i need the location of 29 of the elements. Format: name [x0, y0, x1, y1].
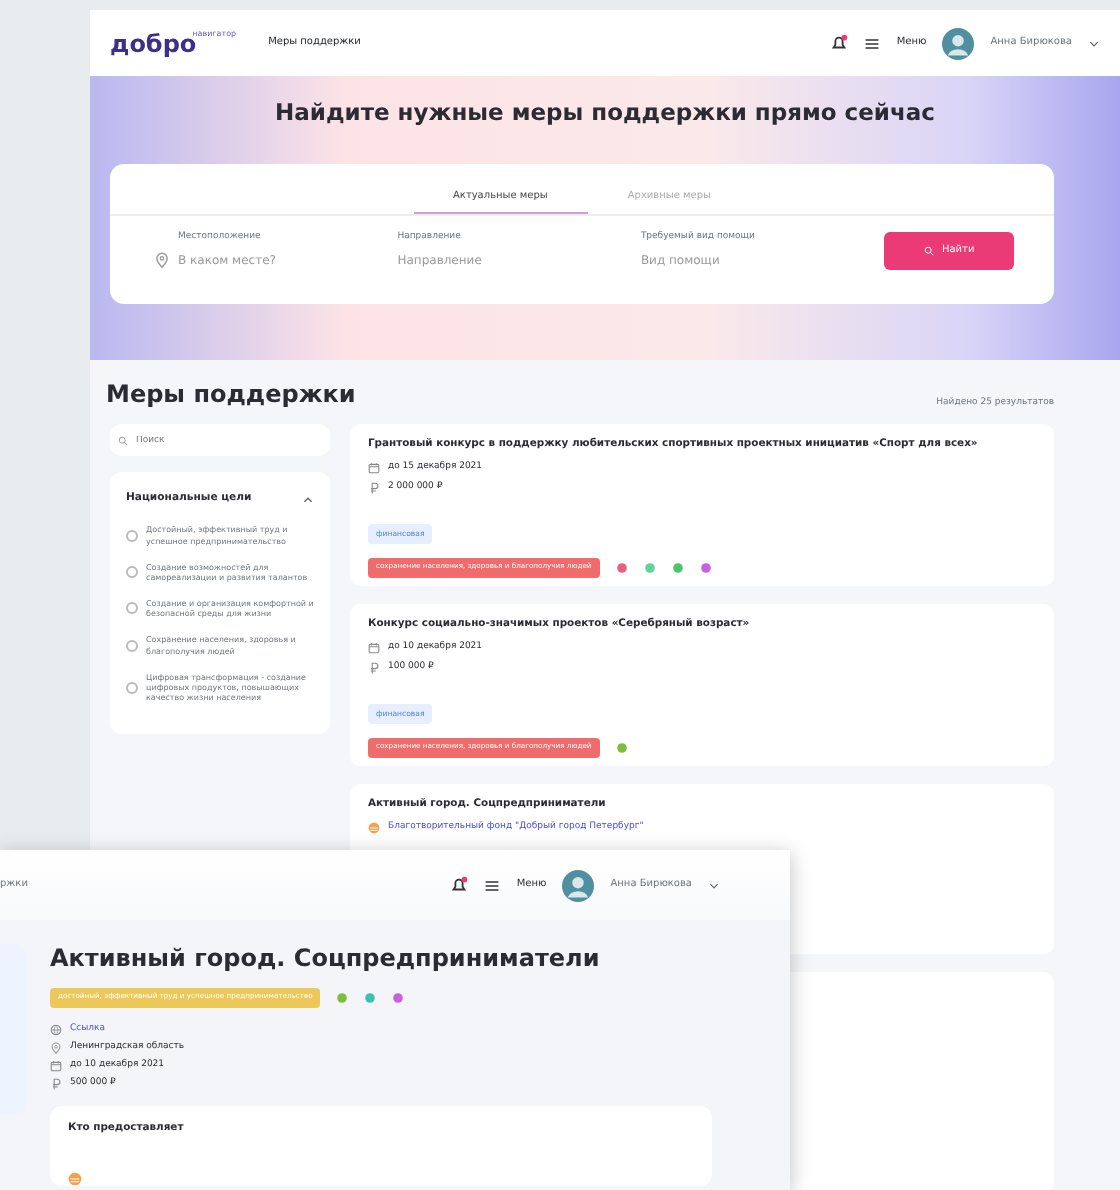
org-logo-icon: [368, 822, 380, 835]
location-pin-icon: [50, 1041, 62, 1054]
location-pin-icon: [154, 252, 170, 269]
ruble-icon: [50, 1077, 62, 1090]
calendar-icon: [368, 462, 380, 475]
radio-button[interactable]: [126, 639, 138, 652]
bell-icon[interactable]: [450, 876, 469, 894]
section-title: Меры поддержки: [106, 380, 356, 409]
detail-title: Активный город. Соцпредприниматели: [50, 944, 602, 973]
chevron-icon[interactable]: [708, 879, 720, 891]
ruble-icon: [368, 662, 380, 675]
search-icon: [923, 245, 934, 256]
radio-button[interactable]: [126, 529, 138, 542]
calendar-icon: [368, 642, 380, 655]
radio-button[interactable]: [126, 602, 138, 615]
avatar-icon[interactable]: [562, 869, 595, 901]
search-icon: [118, 435, 128, 446]
calendar-icon: [50, 1059, 62, 1072]
ruble-icon: [368, 482, 380, 495]
avatar-icon[interactable]: [942, 27, 975, 59]
menu-icon[interactable]: [864, 35, 881, 51]
bell-icon[interactable]: [830, 34, 849, 52]
radio-button[interactable]: [126, 565, 138, 578]
chevron-icon[interactable]: [1088, 37, 1100, 49]
radio-button[interactable]: [126, 681, 138, 694]
hero-title: Найдите нужные меры поддержки прямо сейчас: [273, 100, 937, 128]
menu-icon[interactable]: [484, 877, 501, 893]
globe-icon: [50, 1023, 62, 1036]
caret-up-icon[interactable]: [302, 494, 314, 507]
